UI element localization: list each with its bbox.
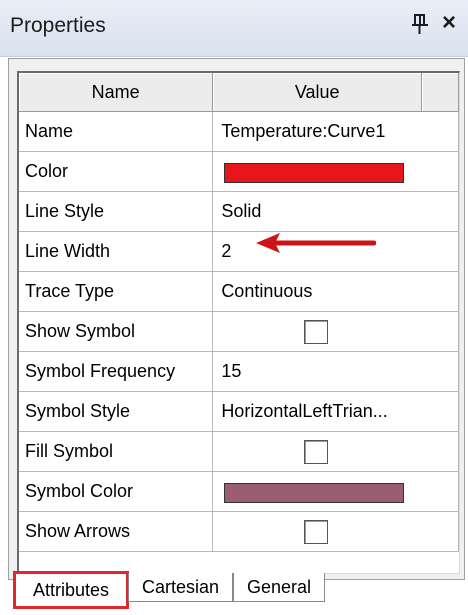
property-name: Line Style — [19, 191, 214, 232]
property-name: Name — [19, 111, 214, 152]
table-row[interactable]: Name Temperature:Curve1 — [19, 111, 459, 152]
show-arrows-checkbox[interactable] — [304, 520, 329, 544]
property-name: Show Arrows — [19, 511, 214, 552]
property-value[interactable] — [212, 511, 459, 552]
table-row[interactable]: Symbol Frequency 15 — [19, 351, 459, 392]
header-corner — [421, 73, 459, 112]
property-name: Fill Symbol — [19, 431, 214, 472]
tab-strip: Attributes Cartesian General — [13, 571, 457, 609]
column-header-name[interactable]: Name — [19, 73, 214, 112]
table-row[interactable]: Symbol Color — [19, 471, 459, 512]
property-value[interactable] — [212, 311, 459, 352]
tab-general[interactable]: General — [233, 573, 325, 602]
table-row[interactable]: Line Width 2 — [19, 231, 459, 272]
property-name: Color — [19, 151, 214, 192]
table-row[interactable]: Fill Symbol — [19, 431, 459, 472]
table-row[interactable]: Line Style Solid — [19, 191, 459, 232]
property-value[interactable] — [212, 471, 459, 512]
property-name: Symbol Frequency — [19, 351, 214, 392]
tab-cartesian[interactable]: Cartesian — [128, 573, 233, 602]
property-value[interactable]: Solid — [212, 191, 459, 232]
property-value[interactable]: Continuous — [212, 271, 459, 312]
grid-header-row: Name Value — [19, 73, 459, 112]
pin-icon[interactable] — [411, 12, 429, 36]
table-row[interactable]: Color — [19, 151, 459, 192]
property-value[interactable] — [212, 431, 459, 472]
property-name: Symbol Style — [19, 391, 214, 432]
properties-panel: Properties × Name Value Name Temperature… — [0, 0, 468, 615]
tab-attributes[interactable]: Attributes — [13, 571, 129, 609]
panel-title: Properties — [10, 14, 106, 37]
line-color-swatch[interactable] — [224, 163, 405, 183]
panel-titlebar: Properties × — [0, 0, 468, 57]
table-row[interactable]: Show Symbol — [19, 311, 459, 352]
property-name: Line Width — [19, 231, 214, 272]
property-name: Symbol Color — [19, 471, 214, 512]
property-grid: Name Value Name Temperature:Curve1 Color — [17, 71, 460, 574]
property-value[interactable]: 15 — [212, 351, 459, 392]
symbol-color-swatch[interactable] — [224, 483, 405, 503]
column-header-value[interactable]: Value — [212, 73, 423, 112]
fill-symbol-checkbox[interactable] — [304, 440, 329, 464]
show-symbol-checkbox[interactable] — [304, 320, 329, 344]
close-icon[interactable]: × — [438, 10, 460, 36]
table-row[interactable]: Symbol Style HorizontalLeftTrian... — [19, 391, 459, 432]
property-value[interactable] — [212, 151, 459, 192]
annotation-arrow-icon — [256, 233, 376, 253]
property-value[interactable]: Temperature:Curve1 — [212, 111, 459, 152]
property-name: Show Symbol — [19, 311, 214, 352]
property-name: Trace Type — [19, 271, 214, 312]
table-row[interactable]: Show Arrows — [19, 511, 459, 552]
property-value[interactable]: HorizontalLeftTrian... — [212, 391, 459, 432]
table-row[interactable]: Trace Type Continuous — [19, 271, 459, 312]
